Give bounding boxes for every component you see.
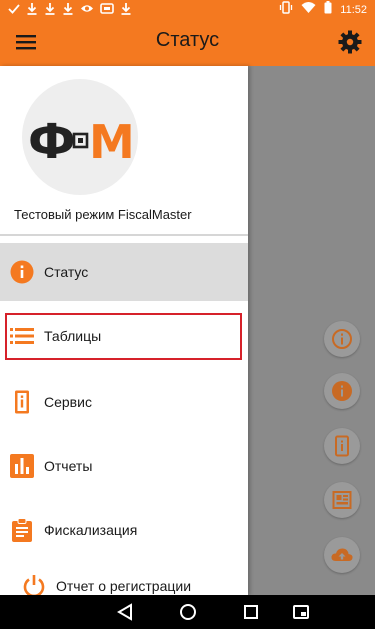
- bar-chart-icon: [10, 454, 34, 478]
- service-device-icon: [10, 390, 34, 414]
- eye-icon: [80, 2, 94, 15]
- app-bar: Статус: [0, 18, 375, 66]
- nav-item-service[interactable]: Сервис: [0, 373, 248, 431]
- status-bar: 11:52: [0, 0, 375, 18]
- service-device-icon[interactable]: [324, 428, 360, 464]
- download-icon: [26, 2, 38, 15]
- clock: 11:52: [340, 4, 367, 16]
- page-title: Статус: [155, 29, 220, 51]
- logo: Ф М: [22, 79, 138, 195]
- nav-item-reports[interactable]: Отчеты: [0, 437, 248, 495]
- home-icon[interactable]: [179, 603, 197, 621]
- nav-item-fiscalization[interactable]: Фискализация: [0, 501, 248, 559]
- battery-icon: [324, 1, 332, 19]
- recents-icon[interactable]: [242, 603, 260, 621]
- cloud-upload-icon[interactable]: [324, 537, 360, 573]
- info-circle-icon[interactable]: [324, 373, 360, 409]
- nav-item-label: Отчеты: [44, 458, 93, 474]
- nav-item-status[interactable]: Статус: [0, 243, 248, 301]
- nav-item-label: Сервис: [44, 394, 92, 410]
- power-icon: [22, 574, 46, 595]
- register-icon[interactable]: [324, 482, 360, 518]
- system-nav-bar: [0, 595, 375, 629]
- fiscalmaster-logo-icon: Ф М: [28, 114, 135, 165]
- info-circle-icon: [10, 260, 34, 284]
- nav-item-registration-report[interactable]: Отчет о регистрации: [0, 557, 248, 595]
- check-icon: [8, 2, 20, 15]
- clipboard-icon: [10, 518, 34, 542]
- download-icon: [44, 2, 56, 15]
- svg-text:Ф: Ф: [28, 114, 76, 165]
- wifi-icon: [301, 1, 316, 19]
- gear-icon[interactable]: [337, 29, 363, 55]
- nav-item-label: Фискализация: [44, 522, 138, 538]
- notification-icons: [8, 2, 132, 15]
- screen-cast-icon[interactable]: [292, 603, 310, 621]
- svg-text:М: М: [89, 115, 135, 165]
- content-scrim[interactable]: [248, 66, 375, 595]
- vibrate-icon: [279, 1, 293, 19]
- back-icon[interactable]: [116, 603, 134, 621]
- system-icons: 11:52: [279, 1, 367, 19]
- nav-item-label: Отчет о регистрации: [56, 578, 192, 594]
- divider: [0, 234, 248, 236]
- mode-label: Тестовый режим FiscalMaster: [14, 207, 192, 222]
- screen-cast-icon: [100, 2, 114, 15]
- selection-highlight: [5, 313, 242, 360]
- download-icon: [62, 2, 74, 15]
- download-icon: [120, 2, 132, 15]
- nav-item-label: Статус: [44, 264, 89, 280]
- info-outline-icon[interactable]: [324, 321, 360, 357]
